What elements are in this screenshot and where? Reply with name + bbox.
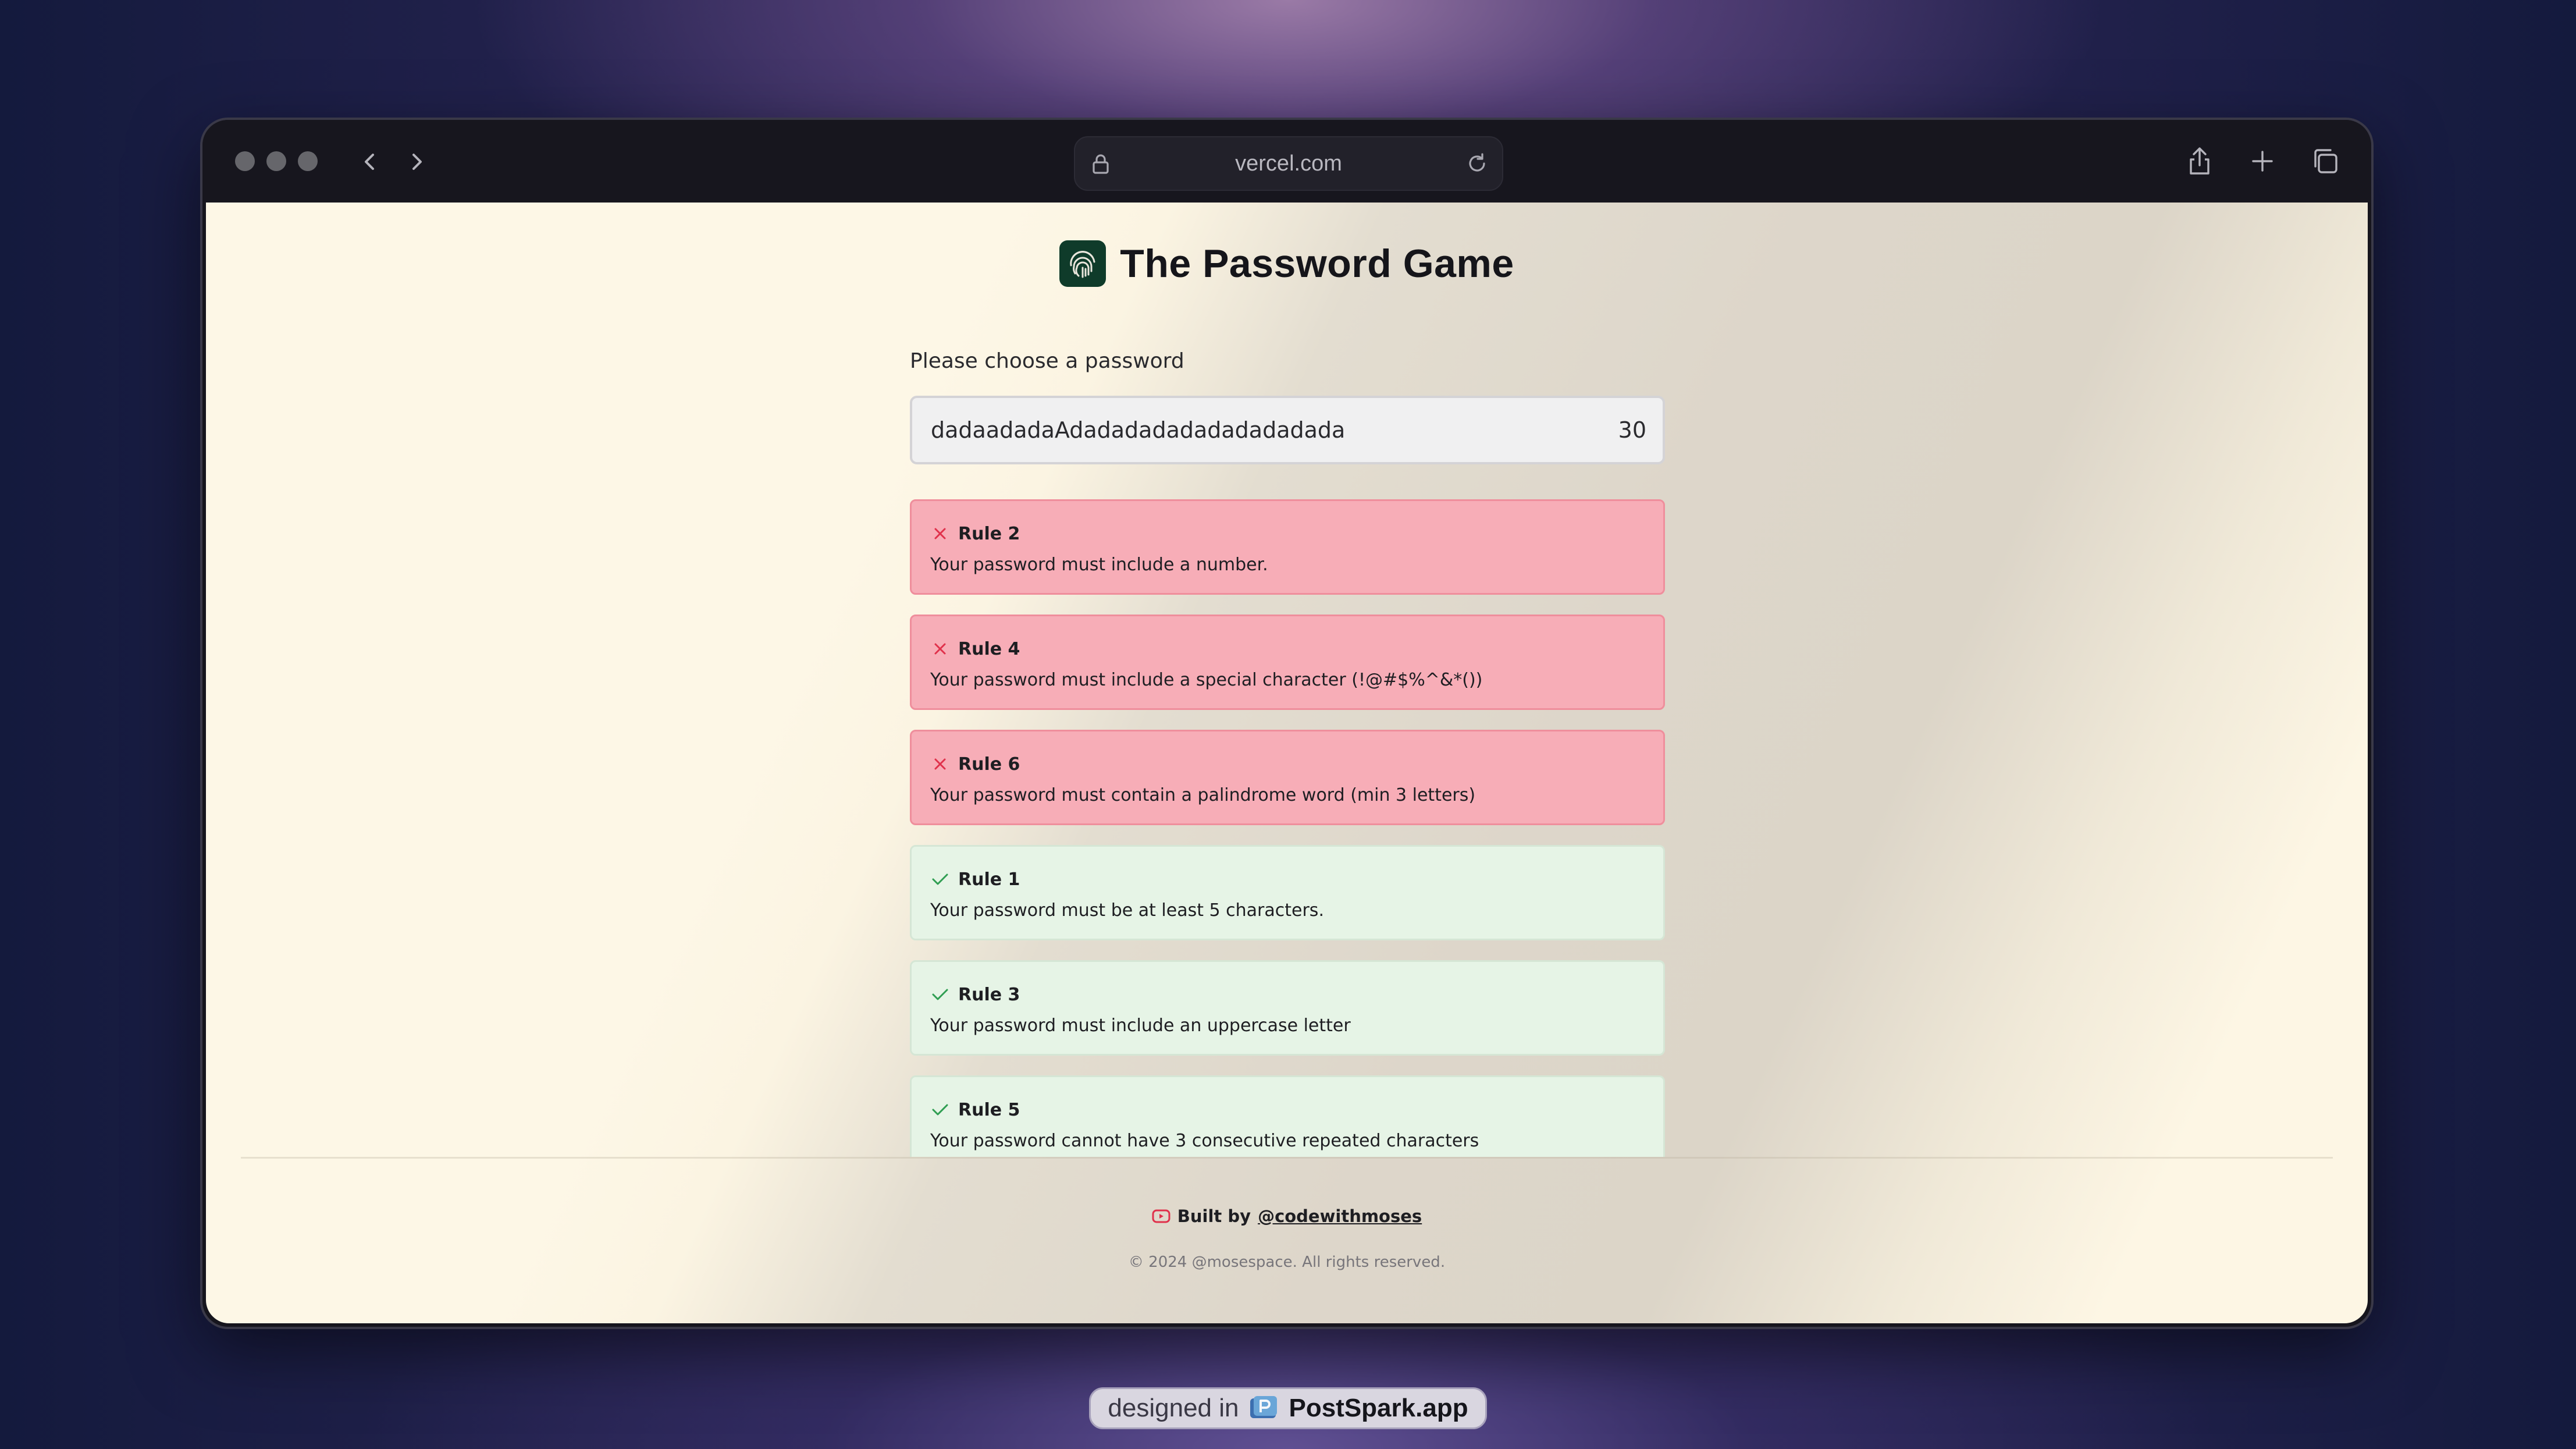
url-text: vercel.com — [1235, 151, 1342, 176]
password-prompt-label: Please choose a password — [910, 349, 1184, 373]
back-button[interactable] — [354, 145, 386, 178]
check-icon — [930, 985, 950, 1004]
footer-credit: Built by @codewithmoses — [206, 1205, 2368, 1228]
chevron-right-icon — [412, 154, 422, 170]
minimize-window-button[interactable] — [266, 151, 286, 171]
rule-description: Your password must be at least 5 charact… — [930, 900, 1324, 921]
x-icon — [930, 524, 950, 544]
rule-title: Rule 5 — [958, 1099, 1020, 1120]
address-bar[interactable]: vercel.com — [1074, 136, 1503, 191]
password-input[interactable] — [931, 398, 1571, 462]
browser-window: vercel.com The Password Game Please choo… — [202, 120, 2371, 1327]
rule-title: Rule 1 — [958, 869, 1020, 890]
rule-title: Rule 2 — [958, 523, 1020, 544]
reload-icon[interactable] — [1465, 151, 1489, 176]
chevron-left-icon — [365, 154, 374, 170]
badge-prefix: designed in — [1108, 1394, 1239, 1422]
rule-card-3: Rule 3 Your password must include an upp… — [910, 960, 1665, 1056]
badge-brand: PostSpark.app — [1289, 1394, 1468, 1422]
forward-button[interactable] — [400, 145, 433, 178]
rule-title: Rule 3 — [958, 984, 1020, 1005]
password-length-counter: 30 — [1618, 417, 1646, 443]
footer-divider — [241, 1157, 2333, 1159]
x-icon — [930, 639, 950, 659]
plus-icon[interactable] — [2246, 144, 2279, 178]
check-icon — [930, 869, 950, 889]
fingerprint-icon — [1059, 240, 1106, 287]
rule-card-2: Rule 2 Your password must include a numb… — [910, 499, 1665, 595]
rule-card-1: Rule 1 Your password must be at least 5 … — [910, 845, 1665, 940]
youtube-icon — [1152, 1209, 1170, 1223]
rule-card-5: Rule 5 Your password cannot have 3 conse… — [910, 1075, 1665, 1157]
built-by-label: Built by — [1177, 1206, 1251, 1226]
postspark-badge[interactable]: designed in PostSpark.app — [1089, 1387, 1487, 1429]
password-field[interactable]: 30 — [910, 396, 1665, 464]
rule-title: Rule 4 — [958, 638, 1020, 659]
rules-list: Rule 2 Your password must include a numb… — [910, 499, 1667, 1157]
share-icon[interactable] — [2183, 144, 2216, 178]
rule-description: Your password must include an uppercase … — [930, 1015, 1351, 1036]
rule-description: Your password must contain a palindrome … — [930, 785, 1476, 805]
rule-description: Your password cannot have 3 consecutive … — [930, 1131, 1479, 1151]
rule-title: Rule 6 — [958, 754, 1020, 775]
rule-description: Your password must include a special cha… — [930, 670, 1483, 690]
author-link[interactable]: @codewithmoses — [1258, 1206, 1422, 1226]
browser-toolbar: vercel.com — [202, 120, 2371, 203]
postspark-logo-icon — [1250, 1396, 1278, 1418]
copyright-text: © 2024 @mosespace. All rights reserved. — [1128, 1253, 1446, 1271]
check-icon — [930, 1100, 950, 1120]
rule-description: Your password must include a number. — [930, 555, 1268, 575]
rule-card-4: Rule 4 Your password must include a spec… — [910, 615, 1665, 710]
rule-card-6: Rule 6 Your password must contain a pali… — [910, 730, 1665, 825]
x-icon — [930, 754, 950, 774]
zoom-window-button[interactable] — [298, 151, 318, 171]
page-title: The Password Game — [1120, 242, 1514, 286]
close-window-button[interactable] — [235, 151, 255, 171]
page-viewport: The Password Game Please choose a passwo… — [206, 203, 2368, 1323]
tabs-icon[interactable] — [2308, 144, 2342, 178]
header: The Password Game — [206, 239, 2368, 289]
